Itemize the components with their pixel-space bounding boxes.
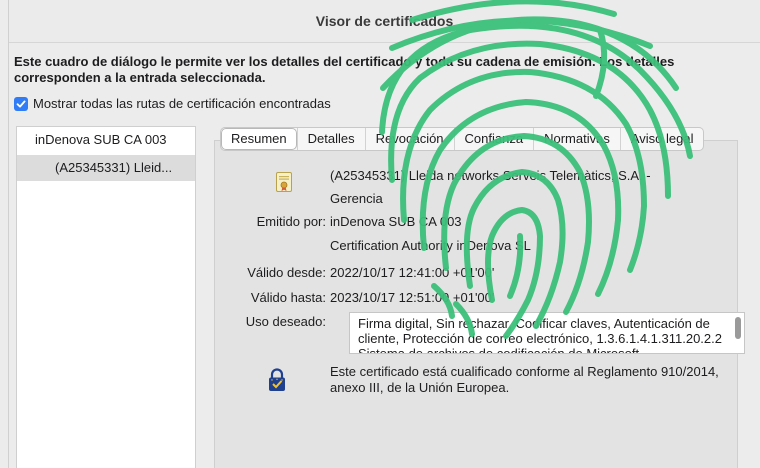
eu-lock-icon: [268, 368, 286, 397]
tree-item-selected[interactable]: (A25345331) Lleid...: [17, 155, 195, 181]
checkmark-icon: [16, 100, 26, 107]
issued-by-org: Certification Authority inDenova SL: [330, 238, 531, 253]
tab-revocacion[interactable]: Revocación: [364, 128, 454, 150]
show-all-paths-checkbox-row[interactable]: Mostrar todas las rutas de certificación…: [14, 96, 331, 111]
window-title: Visor de certificados: [315, 13, 454, 29]
title-bar: Visor de certificados: [9, 0, 760, 43]
issued-by-label: Emitido por:: [256, 214, 326, 229]
intended-use-label: Uso deseado:: [245, 314, 326, 329]
valid-to-label: Válido hasta:: [250, 290, 326, 305]
show-all-paths-label: Mostrar todas las rutas de certificación…: [33, 96, 331, 111]
intro-text: Este cuadro de diálogo le permite ver lo…: [14, 54, 675, 85]
tab-confianza[interactable]: Confianza: [453, 128, 534, 150]
tab-detalles[interactable]: Detalles: [296, 128, 365, 150]
tab-resumen[interactable]: Resumen: [221, 128, 297, 150]
tab-normativas[interactable]: Normativas: [533, 128, 620, 150]
valid-to-value: 2023/10/17 12:51:00 +01'00': [330, 290, 495, 305]
intended-use-text: Firma digital, Sin rechazar, Codificar c…: [358, 316, 722, 354]
certificate-icon: [276, 172, 292, 197]
intended-use-scrollbar[interactable]: [735, 317, 741, 339]
certificate-chain-tree: inDenova SUB CA 003 (A25345331) Lleid...: [16, 126, 196, 468]
valid-from-value: 2022/10/17 12:41:00 +01'00': [330, 265, 495, 280]
tab-aviso-legal[interactable]: Aviso legal: [619, 128, 704, 150]
tree-item-root[interactable]: inDenova SUB CA 003: [17, 127, 195, 153]
valid-from-label: Válido desde:: [247, 265, 326, 280]
subject-line-1: (A25345331) Lleida networks Serveis Tele…: [330, 168, 651, 183]
eu-qualified-text: Este certificado está cualificado confor…: [330, 364, 719, 395]
tab-bar: Resumen Detalles Revocación Confianza No…: [220, 127, 705, 151]
show-all-paths-checkbox[interactable]: [14, 96, 28, 111]
subject-line-2: Gerencia: [330, 191, 383, 206]
issued-by-value: inDenova SUB CA 003: [330, 214, 462, 229]
intended-use-box[interactable]: Firma digital, Sin rechazar, Codificar c…: [349, 312, 745, 354]
